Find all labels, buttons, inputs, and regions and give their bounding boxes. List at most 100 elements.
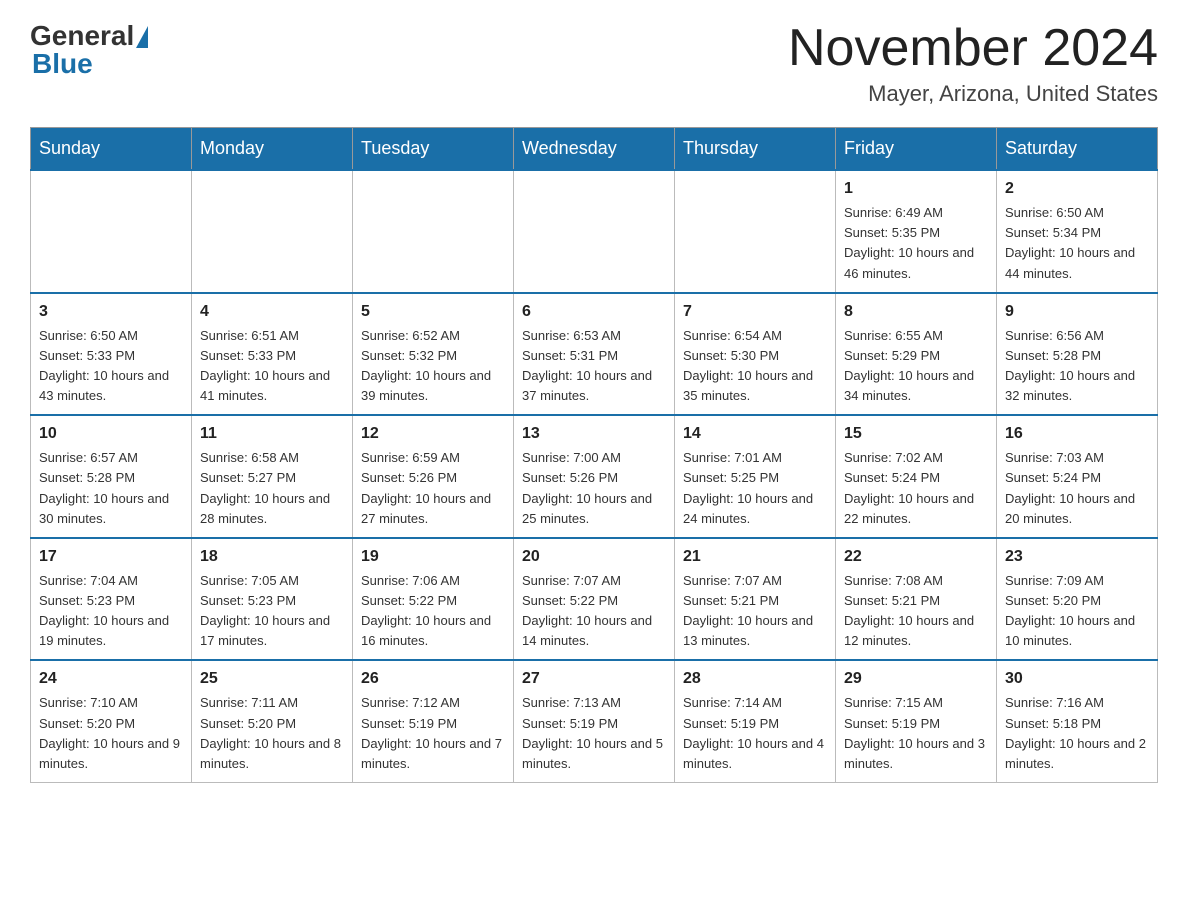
- day-info: Sunrise: 7:01 AM Sunset: 5:25 PM Dayligh…: [683, 448, 827, 529]
- day-number: 13: [522, 422, 666, 446]
- day-number: 21: [683, 545, 827, 569]
- cell-week1-day2: 5Sunrise: 6:52 AM Sunset: 5:32 PM Daylig…: [353, 293, 514, 416]
- day-info: Sunrise: 6:54 AM Sunset: 5:30 PM Dayligh…: [683, 326, 827, 407]
- cell-week2-day3: 13Sunrise: 7:00 AM Sunset: 5:26 PM Dayli…: [514, 415, 675, 538]
- cell-week2-day6: 16Sunrise: 7:03 AM Sunset: 5:24 PM Dayli…: [997, 415, 1158, 538]
- day-number: 14: [683, 422, 827, 446]
- cell-week2-day5: 15Sunrise: 7:02 AM Sunset: 5:24 PM Dayli…: [836, 415, 997, 538]
- day-info: Sunrise: 6:56 AM Sunset: 5:28 PM Dayligh…: [1005, 326, 1149, 407]
- day-number: 29: [844, 667, 988, 691]
- week-row-0: 1Sunrise: 6:49 AM Sunset: 5:35 PM Daylig…: [31, 170, 1158, 293]
- day-number: 30: [1005, 667, 1149, 691]
- header-wednesday: Wednesday: [514, 128, 675, 171]
- day-number: 1: [844, 177, 988, 201]
- day-number: 12: [361, 422, 505, 446]
- cell-week4-day2: 26Sunrise: 7:12 AM Sunset: 5:19 PM Dayli…: [353, 660, 514, 782]
- day-info: Sunrise: 7:11 AM Sunset: 5:20 PM Dayligh…: [200, 693, 344, 774]
- cell-week0-day6: 2Sunrise: 6:50 AM Sunset: 5:34 PM Daylig…: [997, 170, 1158, 293]
- day-number: 20: [522, 545, 666, 569]
- day-number: 9: [1005, 300, 1149, 324]
- title-area: November 2024 Mayer, Arizona, United Sta…: [788, 20, 1158, 107]
- cell-week2-day2: 12Sunrise: 6:59 AM Sunset: 5:26 PM Dayli…: [353, 415, 514, 538]
- day-number: 23: [1005, 545, 1149, 569]
- day-info: Sunrise: 7:14 AM Sunset: 5:19 PM Dayligh…: [683, 693, 827, 774]
- day-info: Sunrise: 7:10 AM Sunset: 5:20 PM Dayligh…: [39, 693, 183, 774]
- cell-week1-day5: 8Sunrise: 6:55 AM Sunset: 5:29 PM Daylig…: [836, 293, 997, 416]
- cell-week2-day1: 11Sunrise: 6:58 AM Sunset: 5:27 PM Dayli…: [192, 415, 353, 538]
- day-info: Sunrise: 7:16 AM Sunset: 5:18 PM Dayligh…: [1005, 693, 1149, 774]
- cell-week3-day0: 17Sunrise: 7:04 AM Sunset: 5:23 PM Dayli…: [31, 538, 192, 661]
- day-number: 11: [200, 422, 344, 446]
- cell-week4-day3: 27Sunrise: 7:13 AM Sunset: 5:19 PM Dayli…: [514, 660, 675, 782]
- day-info: Sunrise: 6:53 AM Sunset: 5:31 PM Dayligh…: [522, 326, 666, 407]
- logo: General Blue: [30, 20, 148, 80]
- day-info: Sunrise: 7:00 AM Sunset: 5:26 PM Dayligh…: [522, 448, 666, 529]
- day-info: Sunrise: 6:50 AM Sunset: 5:34 PM Dayligh…: [1005, 203, 1149, 284]
- day-info: Sunrise: 6:49 AM Sunset: 5:35 PM Dayligh…: [844, 203, 988, 284]
- cell-week3-day2: 19Sunrise: 7:06 AM Sunset: 5:22 PM Dayli…: [353, 538, 514, 661]
- calendar-table: Sunday Monday Tuesday Wednesday Thursday…: [30, 127, 1158, 783]
- day-number: 7: [683, 300, 827, 324]
- header-thursday: Thursday: [675, 128, 836, 171]
- day-number: 6: [522, 300, 666, 324]
- day-info: Sunrise: 7:09 AM Sunset: 5:20 PM Dayligh…: [1005, 571, 1149, 652]
- cell-week4-day4: 28Sunrise: 7:14 AM Sunset: 5:19 PM Dayli…: [675, 660, 836, 782]
- cell-week2-day0: 10Sunrise: 6:57 AM Sunset: 5:28 PM Dayli…: [31, 415, 192, 538]
- day-info: Sunrise: 6:55 AM Sunset: 5:29 PM Dayligh…: [844, 326, 988, 407]
- day-number: 16: [1005, 422, 1149, 446]
- day-info: Sunrise: 7:07 AM Sunset: 5:21 PM Dayligh…: [683, 571, 827, 652]
- cell-week1-day1: 4Sunrise: 6:51 AM Sunset: 5:33 PM Daylig…: [192, 293, 353, 416]
- cell-week4-day5: 29Sunrise: 7:15 AM Sunset: 5:19 PM Dayli…: [836, 660, 997, 782]
- week-row-2: 10Sunrise: 6:57 AM Sunset: 5:28 PM Dayli…: [31, 415, 1158, 538]
- month-title: November 2024: [788, 20, 1158, 77]
- day-number: 22: [844, 545, 988, 569]
- day-number: 4: [200, 300, 344, 324]
- day-number: 26: [361, 667, 505, 691]
- cell-week3-day5: 22Sunrise: 7:08 AM Sunset: 5:21 PM Dayli…: [836, 538, 997, 661]
- cell-week1-day4: 7Sunrise: 6:54 AM Sunset: 5:30 PM Daylig…: [675, 293, 836, 416]
- cell-week3-day4: 21Sunrise: 7:07 AM Sunset: 5:21 PM Dayli…: [675, 538, 836, 661]
- cell-week1-day0: 3Sunrise: 6:50 AM Sunset: 5:33 PM Daylig…: [31, 293, 192, 416]
- cell-week0-day2: [353, 170, 514, 293]
- header-saturday: Saturday: [997, 128, 1158, 171]
- day-info: Sunrise: 6:58 AM Sunset: 5:27 PM Dayligh…: [200, 448, 344, 529]
- day-info: Sunrise: 7:05 AM Sunset: 5:23 PM Dayligh…: [200, 571, 344, 652]
- day-number: 17: [39, 545, 183, 569]
- cell-week3-day6: 23Sunrise: 7:09 AM Sunset: 5:20 PM Dayli…: [997, 538, 1158, 661]
- location: Mayer, Arizona, United States: [788, 81, 1158, 107]
- cell-week3-day3: 20Sunrise: 7:07 AM Sunset: 5:22 PM Dayli…: [514, 538, 675, 661]
- day-info: Sunrise: 6:57 AM Sunset: 5:28 PM Dayligh…: [39, 448, 183, 529]
- day-info: Sunrise: 6:59 AM Sunset: 5:26 PM Dayligh…: [361, 448, 505, 529]
- cell-week2-day4: 14Sunrise: 7:01 AM Sunset: 5:25 PM Dayli…: [675, 415, 836, 538]
- cell-week0-day1: [192, 170, 353, 293]
- day-info: Sunrise: 7:07 AM Sunset: 5:22 PM Dayligh…: [522, 571, 666, 652]
- day-info: Sunrise: 7:06 AM Sunset: 5:22 PM Dayligh…: [361, 571, 505, 652]
- day-number: 8: [844, 300, 988, 324]
- header-monday: Monday: [192, 128, 353, 171]
- day-info: Sunrise: 7:02 AM Sunset: 5:24 PM Dayligh…: [844, 448, 988, 529]
- cell-week1-day3: 6Sunrise: 6:53 AM Sunset: 5:31 PM Daylig…: [514, 293, 675, 416]
- cell-week1-day6: 9Sunrise: 6:56 AM Sunset: 5:28 PM Daylig…: [997, 293, 1158, 416]
- header-sunday: Sunday: [31, 128, 192, 171]
- day-info: Sunrise: 7:15 AM Sunset: 5:19 PM Dayligh…: [844, 693, 988, 774]
- week-row-1: 3Sunrise: 6:50 AM Sunset: 5:33 PM Daylig…: [31, 293, 1158, 416]
- day-number: 25: [200, 667, 344, 691]
- week-row-4: 24Sunrise: 7:10 AM Sunset: 5:20 PM Dayli…: [31, 660, 1158, 782]
- cell-week0-day4: [675, 170, 836, 293]
- header-friday: Friday: [836, 128, 997, 171]
- cell-week4-day0: 24Sunrise: 7:10 AM Sunset: 5:20 PM Dayli…: [31, 660, 192, 782]
- cell-week3-day1: 18Sunrise: 7:05 AM Sunset: 5:23 PM Dayli…: [192, 538, 353, 661]
- header-tuesday: Tuesday: [353, 128, 514, 171]
- day-info: Sunrise: 7:08 AM Sunset: 5:21 PM Dayligh…: [844, 571, 988, 652]
- day-info: Sunrise: 7:13 AM Sunset: 5:19 PM Dayligh…: [522, 693, 666, 774]
- week-row-3: 17Sunrise: 7:04 AM Sunset: 5:23 PM Dayli…: [31, 538, 1158, 661]
- day-number: 19: [361, 545, 505, 569]
- logo-blue-text: Blue: [30, 48, 93, 80]
- day-number: 28: [683, 667, 827, 691]
- day-number: 2: [1005, 177, 1149, 201]
- header: General Blue November 2024 Mayer, Arizon…: [30, 20, 1158, 107]
- day-number: 15: [844, 422, 988, 446]
- weekday-header-row: Sunday Monday Tuesday Wednesday Thursday…: [31, 128, 1158, 171]
- cell-week0-day5: 1Sunrise: 6:49 AM Sunset: 5:35 PM Daylig…: [836, 170, 997, 293]
- day-number: 10: [39, 422, 183, 446]
